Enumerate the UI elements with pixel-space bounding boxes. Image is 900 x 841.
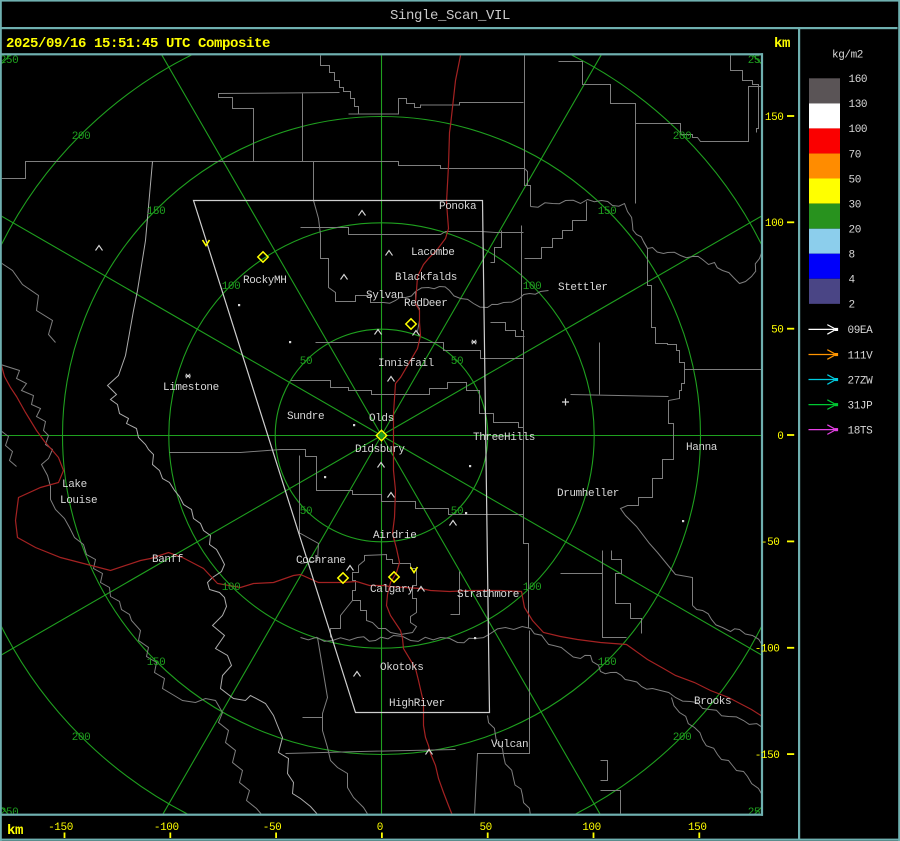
svg-text:250: 250 bbox=[0, 55, 18, 67]
svg-text:130: 130 bbox=[849, 99, 868, 111]
svg-text:100: 100 bbox=[222, 281, 241, 293]
svg-text:km: km bbox=[774, 36, 790, 52]
svg-text:18TS: 18TS bbox=[848, 425, 874, 437]
svg-text:150: 150 bbox=[147, 657, 166, 669]
svg-text:50: 50 bbox=[300, 356, 312, 368]
svg-text:-150: -150 bbox=[48, 822, 73, 834]
svg-text:100: 100 bbox=[523, 281, 542, 293]
svg-text:-100: -100 bbox=[755, 644, 780, 656]
svg-text:Sundre: Sundre bbox=[287, 411, 324, 423]
svg-text:Hanna: Hanna bbox=[686, 442, 718, 454]
svg-text:Didsbury: Didsbury bbox=[355, 444, 405, 456]
svg-text:2025/09/16 15:51:45 UTC Compos: 2025/09/16 15:51:45 UTC Composite bbox=[6, 36, 270, 52]
svg-text:70: 70 bbox=[849, 149, 861, 161]
svg-text:50: 50 bbox=[849, 174, 861, 186]
svg-text:Okotoks: Okotoks bbox=[380, 662, 423, 674]
svg-text:31JP: 31JP bbox=[848, 400, 874, 412]
svg-text:Strathmore: Strathmore bbox=[457, 589, 519, 601]
svg-text:100: 100 bbox=[523, 582, 542, 594]
svg-text:150: 150 bbox=[688, 822, 707, 834]
svg-text:-100: -100 bbox=[154, 822, 179, 834]
svg-text:160: 160 bbox=[849, 74, 868, 86]
svg-text:200: 200 bbox=[72, 732, 91, 744]
svg-text:2: 2 bbox=[849, 300, 855, 312]
svg-text:Cochrane: Cochrane bbox=[296, 555, 346, 567]
svg-text:RockyMH: RockyMH bbox=[243, 275, 286, 287]
svg-text:Olds: Olds bbox=[369, 413, 394, 425]
svg-text:8: 8 bbox=[849, 250, 855, 262]
svg-text:Ponoka: Ponoka bbox=[439, 201, 477, 213]
svg-text:100: 100 bbox=[849, 124, 868, 136]
svg-text:200: 200 bbox=[673, 131, 692, 143]
svg-text:RedDeer: RedDeer bbox=[404, 298, 447, 310]
svg-text:kg/m2: kg/m2 bbox=[832, 50, 863, 62]
svg-text:150: 150 bbox=[765, 112, 784, 124]
svg-text:Vulcan: Vulcan bbox=[491, 739, 528, 751]
svg-text:Brooks: Brooks bbox=[694, 696, 731, 708]
svg-text:150: 150 bbox=[147, 206, 166, 218]
svg-text:Stettler: Stettler bbox=[558, 282, 608, 294]
svg-text:Drumheller: Drumheller bbox=[557, 488, 619, 500]
svg-text:Limestone: Limestone bbox=[163, 382, 219, 394]
svg-text:100: 100 bbox=[582, 822, 601, 834]
svg-text:Banff: Banff bbox=[152, 554, 183, 566]
svg-text:111V: 111V bbox=[848, 350, 874, 362]
svg-text:km: km bbox=[7, 823, 23, 839]
svg-text:50: 50 bbox=[300, 506, 312, 518]
svg-text:Airdrie: Airdrie bbox=[373, 530, 416, 542]
svg-text:4: 4 bbox=[849, 275, 856, 287]
svg-text:0: 0 bbox=[377, 822, 383, 834]
svg-text:ThreeHills: ThreeHills bbox=[473, 432, 535, 444]
svg-text:150: 150 bbox=[598, 657, 617, 669]
svg-text:HighRiver: HighRiver bbox=[389, 698, 445, 710]
svg-text:100: 100 bbox=[222, 582, 241, 594]
svg-text:27ZW: 27ZW bbox=[848, 375, 874, 387]
svg-text:Lake: Lake bbox=[62, 479, 87, 491]
svg-text:Louise: Louise bbox=[60, 495, 97, 507]
svg-text:50: 50 bbox=[451, 506, 463, 518]
svg-text:Single_Scan_VIL: Single_Scan_VIL bbox=[390, 8, 510, 24]
svg-text:200: 200 bbox=[72, 131, 91, 143]
svg-text:150: 150 bbox=[598, 206, 617, 218]
svg-text:-50: -50 bbox=[761, 537, 780, 549]
svg-text:200: 200 bbox=[673, 732, 692, 744]
svg-text:Sylvan: Sylvan bbox=[366, 290, 403, 302]
svg-text:Blackfalds: Blackfalds bbox=[395, 272, 457, 284]
svg-text:Innisfail: Innisfail bbox=[378, 358, 434, 370]
svg-text:50: 50 bbox=[771, 325, 783, 337]
svg-text:Calgary: Calgary bbox=[370, 584, 414, 596]
svg-text:-150: -150 bbox=[755, 750, 780, 762]
svg-text:100: 100 bbox=[765, 218, 784, 230]
svg-text:09EA: 09EA bbox=[848, 325, 874, 337]
svg-text:Lacombe: Lacombe bbox=[411, 247, 454, 259]
svg-text:30: 30 bbox=[849, 199, 861, 211]
svg-text:0: 0 bbox=[777, 431, 783, 443]
svg-text:-50: -50 bbox=[263, 822, 282, 834]
svg-text:20: 20 bbox=[849, 225, 861, 237]
svg-text:50: 50 bbox=[451, 356, 463, 368]
svg-text:50: 50 bbox=[479, 822, 491, 834]
